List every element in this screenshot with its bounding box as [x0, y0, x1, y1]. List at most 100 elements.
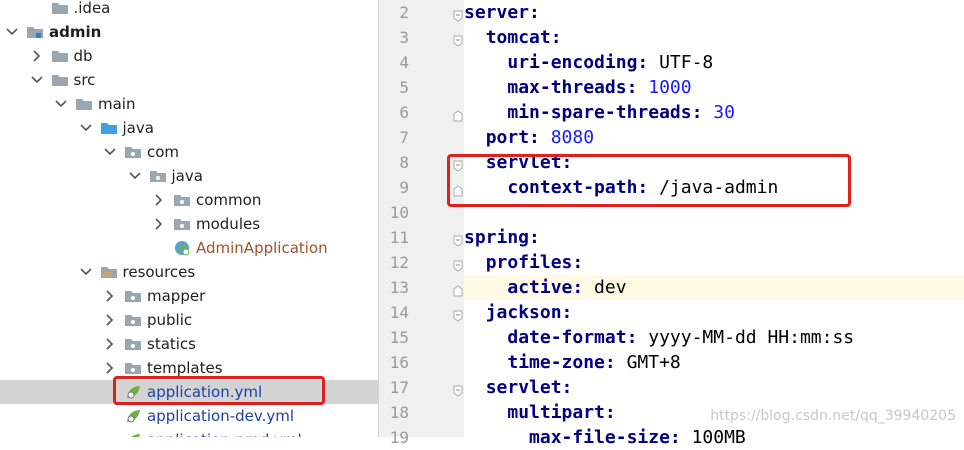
yaml-key: date-format:	[507, 327, 638, 348]
yaml-key: spring:	[464, 227, 540, 248]
tree-item-label: main	[98, 95, 136, 113]
project-tree: .idea admin db src main java com java common modu…	[0, 0, 378, 437]
chevron-right-icon[interactable]	[102, 312, 118, 328]
fold-open-icon[interactable]	[453, 382, 463, 397]
code-line-3[interactable]: tomcat:	[464, 25, 964, 50]
module-icon	[26, 24, 44, 40]
code-line-5[interactable]: max-threads: 1000	[464, 75, 964, 100]
tree-item-label: com	[147, 143, 180, 161]
tree-item-application-partial[interactable]: application-prod.yml	[0, 428, 378, 437]
yaml-value: 30	[702, 102, 735, 123]
chevron-down-icon[interactable]	[78, 264, 94, 280]
code-line-19[interactable]: max-file-size: 100MB	[464, 425, 964, 450]
tree-item-main[interactable]: main	[0, 92, 378, 116]
code-line-16[interactable]: time-zone: GMT+8	[464, 350, 964, 375]
tree-item-label: mapper	[147, 287, 206, 305]
chevron-down-icon[interactable]	[102, 144, 118, 160]
chevron-right-icon[interactable]	[102, 288, 118, 304]
code-line-7[interactable]: port: 8080	[464, 125, 964, 150]
chevron-down-icon[interactable]	[4, 24, 20, 40]
source-folder-icon	[100, 120, 118, 136]
line-number: 11	[389, 228, 409, 247]
yaml-key: tomcat:	[485, 27, 562, 48]
yaml-value: dev	[583, 277, 627, 298]
spring-config-icon	[124, 432, 142, 437]
tree-item-com[interactable]: com	[0, 140, 378, 164]
tree-item-application-dev-yml[interactable]: application-dev.yml	[0, 404, 378, 428]
tree-item-resources[interactable]: resources	[0, 260, 378, 284]
chevron-right-icon[interactable]	[102, 336, 118, 352]
line-number: 2	[399, 3, 409, 22]
chevron-right-icon[interactable]	[29, 48, 45, 64]
tree-item-admin[interactable]: admin	[0, 20, 378, 44]
line-number: 9	[399, 178, 409, 197]
yaml-key: servlet:	[485, 377, 573, 398]
fold-open-icon[interactable]	[453, 232, 463, 247]
tree-item-modules[interactable]: modules	[0, 212, 378, 236]
tree-item-admin-application[interactable]: AdminApplication	[0, 236, 378, 260]
tree-item-label: db	[73, 47, 93, 65]
chevron-right-icon[interactable]	[151, 192, 167, 208]
package-icon	[173, 192, 191, 208]
line-number: 5	[399, 78, 409, 97]
tree-item-idea[interactable]: .idea	[0, 0, 378, 20]
spring-class-icon	[173, 240, 191, 256]
chevron-down-icon[interactable]	[78, 120, 94, 136]
fold-open-icon[interactable]	[453, 7, 463, 22]
yaml-key: time-zone:	[507, 352, 616, 373]
tree-item-label: modules	[196, 215, 261, 233]
tree-item-label: AdminApplication	[196, 239, 328, 257]
tree-item-label: application-prod.yml	[147, 431, 302, 437]
package-icon	[149, 168, 167, 184]
tree-item-src[interactable]: src	[0, 68, 378, 92]
tree-item-label: templates	[147, 359, 223, 377]
chevron-down-icon[interactable]	[29, 72, 45, 88]
tree-item-public[interactable]: public	[0, 308, 378, 332]
line-number: 4	[399, 53, 409, 72]
tree-item-statics[interactable]: statics	[0, 332, 378, 356]
folder-icon	[51, 0, 69, 16]
fold-open-icon[interactable]	[453, 307, 463, 322]
chevron-down-icon[interactable]	[127, 168, 143, 184]
code-line-13[interactable]: active: dev	[464, 275, 964, 300]
line-number: 13	[389, 278, 409, 297]
code-line-2[interactable]: server:	[464, 0, 964, 25]
code-line-12[interactable]: profiles:	[464, 250, 964, 275]
tree-item-java-src[interactable]: java	[0, 116, 378, 140]
tree-item-db[interactable]: db	[0, 44, 378, 68]
code-line-15[interactable]: date-format: yyyy-MM-dd HH:mm:ss	[464, 325, 964, 350]
fold-close-icon[interactable]	[453, 282, 463, 297]
yaml-value: GMT+8	[615, 352, 681, 373]
code-line-17[interactable]: servlet:	[464, 375, 964, 400]
package-icon	[124, 360, 142, 376]
line-number: 12	[389, 253, 409, 272]
chevron-right-icon[interactable]	[151, 216, 167, 232]
code-editor[interactable]: server: tomcat: uri-encoding: UTF-8 max-…	[464, 0, 964, 448]
tree-item-common[interactable]: common	[0, 188, 378, 212]
yaml-key: server:	[464, 2, 540, 23]
chevron-down-icon[interactable]	[53, 96, 69, 112]
code-line-4[interactable]: uri-encoding: UTF-8	[464, 50, 964, 75]
tree-item-label: java	[171, 167, 203, 185]
fold-close-icon[interactable]	[453, 107, 463, 122]
fold-open-icon[interactable]	[453, 257, 463, 272]
chevron-right-icon[interactable]	[102, 360, 118, 376]
code-line-11[interactable]: spring:	[464, 225, 964, 250]
tree-item-mapper[interactable]: mapper	[0, 284, 378, 308]
fold-open-icon[interactable]	[453, 32, 463, 47]
code-line-6[interactable]: min-spare-threads: 30	[464, 100, 964, 125]
code-line-14[interactable]: jackson:	[464, 300, 964, 325]
tree-item-java-pkg[interactable]: java	[0, 164, 378, 188]
